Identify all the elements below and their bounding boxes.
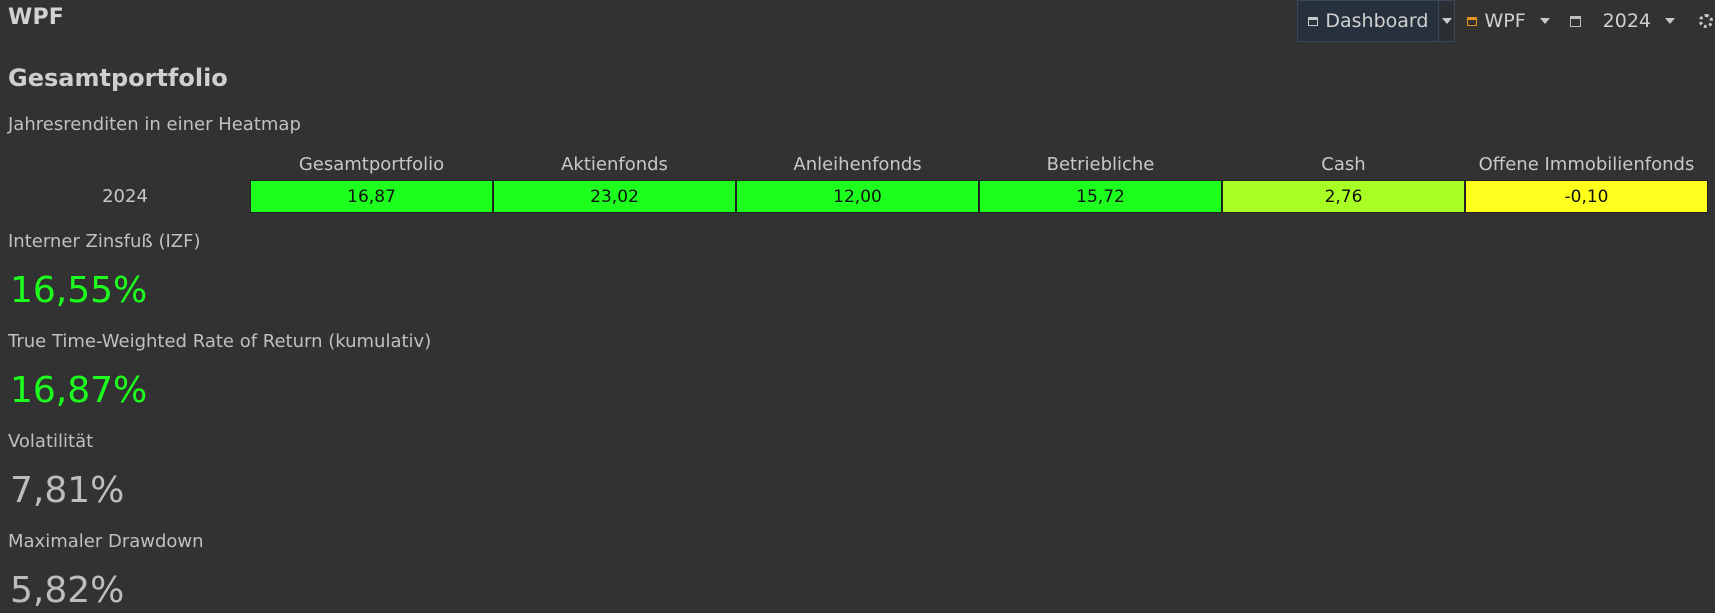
column-header: Anleihenfonds [793,154,922,175]
heatmap-row: 2024 16,87 23,02 12,00 15,72 2,76 -0,10 [0,180,1715,213]
row-year-label: 2024 [102,186,148,207]
heatmap-cell: 16,87 [250,180,493,213]
dashboard-icon [1308,16,1319,26]
ttwror-label: True Time-Weighted Rate of Return (kumul… [8,331,432,352]
heatmap-cell: -0,10 [1465,180,1708,213]
portfolio-icon [1467,16,1478,26]
year-selector[interactable]: 2024 [1564,0,1689,42]
heatmap-table: Gesamtportfolio Aktienfonds Anleihenfond… [0,150,1715,213]
dashboard-label: Dashboard [1325,10,1429,32]
ttwror-value: 16,87% [10,370,148,411]
irr-value: 16,55% [10,270,148,311]
page: WPF Dashboard WPF 2024 Gesamtportfolio J… [0,0,1715,613]
calendar-icon [1569,15,1581,27]
volatility-value: 7,81% [10,470,125,511]
gear-icon [1699,14,1713,28]
drawdown-value: 5,82% [10,570,125,611]
section-title: Gesamtportfolio [8,64,228,92]
volatility-label: Volatilität [8,431,94,452]
portfolio-selector[interactable]: WPF [1461,0,1563,42]
column-header: Offene Immobilienfonds [1478,154,1695,175]
heatmap-label: Jahresrenditen in einer Heatmap [8,114,301,135]
heatmap-header: Gesamtportfolio Aktienfonds Anleihenfond… [0,150,1715,205]
toolbar: Dashboard WPF 2024 [1297,0,1715,42]
portfolio-label: WPF [1484,10,1526,32]
irr-label: Interner Zinsfuß (IZF) [8,231,201,252]
app-title: WPF [8,5,65,30]
chevron-down-icon [1539,18,1550,24]
year-label: 2024 [1602,10,1651,32]
heatmap-cell: 23,02 [493,180,736,213]
column-header: Cash [1321,154,1366,175]
dashboard-button[interactable]: Dashboard [1297,0,1440,42]
column-header: Aktienfonds [561,154,668,175]
heatmap-cell: 12,00 [736,180,979,213]
settings-button[interactable] [1689,0,1715,42]
dashboard-dropdown-button[interactable] [1439,0,1456,42]
chevron-down-icon [1441,18,1452,24]
chevron-down-icon [1665,18,1675,24]
drawdown-label: Maximaler Drawdown [8,531,204,552]
heatmap-cell: 15,72 [979,180,1222,213]
column-header: Betriebliche Altersvorsorge [1035,154,1166,205]
heatmap-cell: 2,76 [1222,180,1465,213]
column-header: Gesamtportfolio [298,154,445,175]
